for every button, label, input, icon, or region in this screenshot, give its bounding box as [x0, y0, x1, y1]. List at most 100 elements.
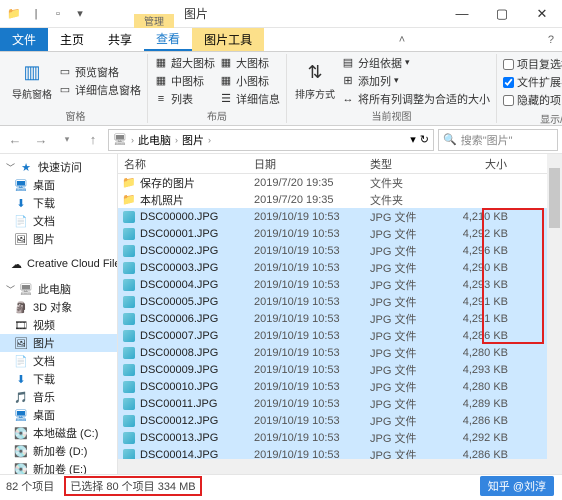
col-name[interactable]: 名称 — [118, 154, 248, 173]
m-icons-button[interactable]: ▦中图标 — [154, 73, 215, 89]
sidebar-ccf[interactable]: ☁Creative Cloud Files — [0, 256, 117, 272]
file-ext-checkbox[interactable] — [503, 77, 514, 88]
preview-pane-button[interactable]: ▭预览窗格 — [58, 64, 141, 80]
crumb-dropdown-icon[interactable]: ▾ — [410, 133, 416, 146]
tab-share[interactable]: 共享 — [96, 28, 144, 51]
file-row[interactable]: DSC00011.JPG2019/10/19 10:53JPG 文件4,289 … — [118, 395, 562, 412]
refresh-button[interactable]: ↻ — [420, 133, 429, 146]
vertical-scrollbar[interactable] — [547, 154, 562, 474]
list-button[interactable]: ≡列表 — [154, 91, 215, 107]
pictures-icon: 🖼 — [14, 336, 28, 350]
file-row[interactable]: DSC00004.JPG2019/10/19 10:53JPG 文件4,293 … — [118, 276, 562, 293]
file-row[interactable]: DSC00003.JPG2019/10/19 10:53JPG 文件4,290 … — [118, 259, 562, 276]
jpg-icon — [122, 414, 136, 428]
sidebar-3d[interactable]: 🗿3D 对象 — [0, 298, 117, 316]
file-row[interactable]: DSC00013.JPG2019/10/19 10:53JPG 文件4,292 … — [118, 429, 562, 446]
sidebar-documents2[interactable]: 📄文档 — [0, 352, 117, 370]
tab-picture-tools[interactable]: 图片工具 — [192, 28, 264, 51]
pictures-icon: 🖼 — [14, 232, 28, 246]
tab-home[interactable]: 主页 — [48, 28, 96, 51]
sidebar-new-e[interactable]: 💽新加卷 (E:) — [0, 460, 117, 474]
col-type[interactable]: 类型 — [364, 154, 444, 173]
file-row[interactable]: DSC00008.JPG2019/10/19 10:53JPG 文件4,280 … — [118, 344, 562, 361]
hidden-items-checkbox[interactable] — [503, 95, 514, 106]
sidebar-music[interactable]: 🎵音乐 — [0, 388, 117, 406]
file-row[interactable]: DSC00012.JPG2019/10/19 10:53JPG 文件4,286 … — [118, 412, 562, 429]
nav-pane-button[interactable]: ▥ 导航窗格 — [10, 60, 54, 101]
qat-new-icon[interactable]: ▫ — [50, 6, 66, 22]
group-by-button[interactable]: ▤分组依据▾ — [341, 55, 490, 71]
ribbon: ▥ 导航窗格 ▭预览窗格 ▭详细信息窗格 窗格 ▦超大图标 ▦中图标 ≡列表 ▦… — [0, 52, 562, 126]
drive-icon: 💽 — [14, 462, 28, 474]
sidebar-desktop[interactable]: 🖥桌面 — [0, 176, 117, 194]
xl-icons-button[interactable]: ▦超大图标 — [154, 55, 215, 71]
maximize-button[interactable]: ▢ — [482, 0, 522, 28]
file-row[interactable]: DSC00009.JPG2019/10/19 10:53JPG 文件4,293 … — [118, 361, 562, 378]
jpg-icon — [122, 431, 136, 445]
details-button[interactable]: ☰详细信息 — [219, 91, 280, 107]
file-ext-toggle[interactable]: 文件扩展名 — [503, 74, 562, 90]
tab-view[interactable]: 查看 — [144, 28, 192, 51]
sidebar-desktop2[interactable]: 🖥桌面 — [0, 406, 117, 424]
group-panes-label: 窗格 — [10, 107, 141, 123]
help-icon[interactable]: ? — [540, 28, 562, 51]
fit-cols-button[interactable]: ↔将所有列调整为合适的大小 — [341, 91, 490, 107]
sidebar-quick-access[interactable]: ﹀★快速访问 — [0, 158, 117, 176]
file-row[interactable]: 📁本机照片2019/7/20 19:35文件夹 — [118, 191, 562, 208]
file-row[interactable]: DSC00007.JPG2019/10/19 10:53JPG 文件4,286 … — [118, 327, 562, 344]
file-row[interactable]: DSC00010.JPG2019/10/19 10:53JPG 文件4,280 … — [118, 378, 562, 395]
file-row[interactable]: DSC00001.JPG2019/10/19 10:53JPG 文件4,292 … — [118, 225, 562, 242]
horizontal-scrollbar[interactable] — [118, 459, 562, 474]
search-box[interactable]: 🔍 搜索"图片" — [438, 129, 558, 151]
ribbon-collapse-icon[interactable]: ˄ — [391, 28, 413, 51]
l-icons-button[interactable]: ▦大图标 — [219, 55, 280, 71]
file-size: 4,280 KB — [444, 381, 514, 393]
file-type: JPG 文件 — [364, 209, 444, 225]
group-show-hide-label: 显示/隐藏 — [503, 110, 562, 126]
up-button[interactable]: ↑ — [82, 129, 104, 151]
sidebar-documents[interactable]: 📄文档 — [0, 212, 117, 230]
xl-icons-icon: ▦ — [154, 56, 168, 70]
minimize-button[interactable]: ― — [442, 0, 482, 28]
forward-button[interactable]: → — [30, 129, 52, 151]
ribbon-tabs: 文件 主页 共享 查看 图片工具 ˄ ? — [0, 28, 562, 52]
sidebar-local-c[interactable]: 💽本地磁盘 (C:) — [0, 424, 117, 442]
file-type: JPG 文件 — [364, 294, 444, 310]
details-pane-button[interactable]: ▭详细信息窗格 — [58, 82, 141, 98]
sidebar-downloads2[interactable]: ⬇下载 — [0, 370, 117, 388]
file-row[interactable]: 📁保存的图片2019/7/20 19:35文件夹 — [118, 174, 562, 191]
file-row[interactable]: DSC00005.JPG2019/10/19 10:53JPG 文件4,291 … — [118, 293, 562, 310]
file-row[interactable]: DSC00000.JPG2019/10/19 10:53JPG 文件4,210 … — [118, 208, 562, 225]
crumb-this-pc[interactable]: 此电脑 — [138, 132, 171, 148]
sidebar-new-d[interactable]: 💽新加卷 (D:) — [0, 442, 117, 460]
file-name: DSC00000.JPG — [140, 211, 218, 223]
sidebar-this-pc[interactable]: ﹀🖥此电脑 — [0, 280, 117, 298]
sidebar-pictures2[interactable]: 🖼图片 — [0, 334, 117, 352]
hidden-items-toggle[interactable]: 隐藏的项目 — [503, 92, 562, 108]
file-row[interactable]: DSC00014.JPG2019/10/19 10:53JPG 文件4,286 … — [118, 446, 562, 459]
jpg-icon — [122, 346, 136, 360]
file-row[interactable]: DSC00006.JPG2019/10/19 10:53JPG 文件4,291 … — [118, 310, 562, 327]
sidebar-videos[interactable]: 🎞视频 — [0, 316, 117, 334]
add-col-button[interactable]: ⊞添加列▾ — [341, 73, 490, 89]
item-checkboxes-toggle[interactable]: 项目复选框 — [503, 56, 562, 72]
close-button[interactable]: ✕ — [522, 0, 562, 28]
sort-button[interactable]: ⇅ 排序方式 — [293, 60, 337, 101]
sidebar-pictures[interactable]: 🖼图片 — [0, 230, 117, 248]
col-date[interactable]: 日期 — [248, 154, 364, 173]
col-size[interactable]: 大小 — [444, 154, 514, 173]
qat-dropdown-icon[interactable]: ▾ — [72, 6, 88, 22]
back-button[interactable]: ← — [4, 129, 26, 151]
add-col-icon: ⊞ — [341, 74, 355, 88]
sidebar-downloads[interactable]: ⬇下载 — [0, 194, 117, 212]
scrollbar-thumb[interactable] — [549, 168, 560, 228]
recent-dropdown[interactable]: ▾ — [56, 129, 78, 151]
address-bar: ← → ▾ ↑ 🖥 › 此电脑 › 图片 › ▾ ↻ 🔍 搜索"图片" — [0, 126, 562, 154]
file-row[interactable]: DSC00002.JPG2019/10/19 10:53JPG 文件4,296 … — [118, 242, 562, 259]
breadcrumb[interactable]: 🖥 › 此电脑 › 图片 › ▾ ↻ — [108, 129, 434, 151]
crumb-pictures[interactable]: 图片 — [182, 132, 204, 148]
status-count: 82 个项目 — [6, 478, 54, 494]
item-checkboxes-checkbox[interactable] — [503, 59, 514, 70]
tab-file[interactable]: 文件 — [0, 28, 48, 51]
s-icons-button[interactable]: ▦小图标 — [219, 73, 280, 89]
